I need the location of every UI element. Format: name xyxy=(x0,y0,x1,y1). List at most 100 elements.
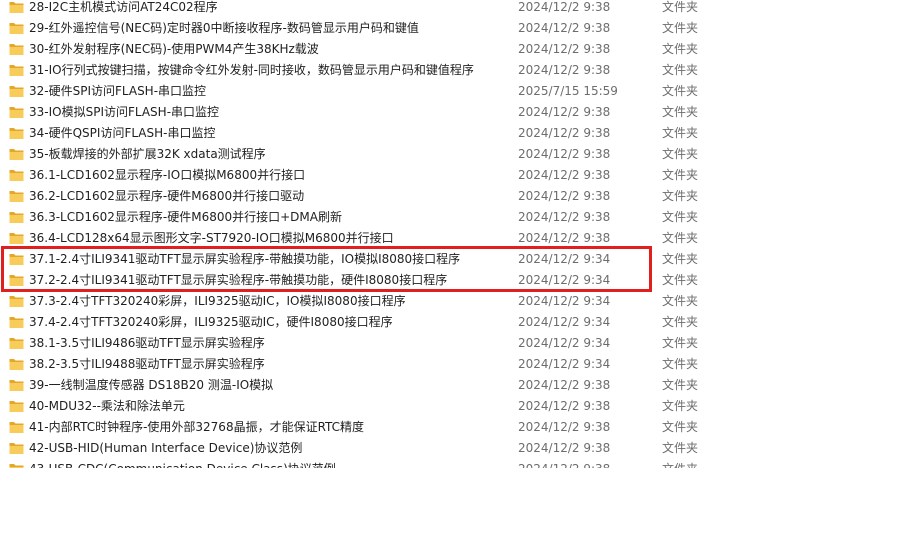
file-row[interactable]: 39-一线制温度传感器 DS18B20 测温-IO模拟 2024/12/2 9:3… xyxy=(0,375,901,396)
file-name: 36.2-LCD1602显示程序-硬件M6800并行接口驱动 xyxy=(29,189,305,203)
modified-date: 2024/12/2 9:38 xyxy=(518,105,611,119)
file-type: 文件夹 xyxy=(662,462,698,468)
file-type: 文件夹 xyxy=(662,168,699,182)
file-row[interactable]: 31-IO行列式按键扫描，按键命令红外发射-同时接收，数码管显示用户码和键值程序… xyxy=(0,60,901,81)
file-row[interactable]: 29-红外遥控信号(NEC码)定时器0中断接收程序-数码管显示用户码和键值 202… xyxy=(0,18,901,39)
folder-icon xyxy=(9,42,24,56)
file-row[interactable]: 37.2-2.4寸ILI9341驱动TFT显示屏实验程序-带触摸功能，硬件I80… xyxy=(0,270,901,291)
file-row[interactable]: 36.3-LCD1602显示程序-硬件M6800并行接口+DMA刷新 2024/1… xyxy=(0,207,901,228)
file-row[interactable]: 42-USB-HID(Human Interface Device)协议范例 20… xyxy=(0,438,901,459)
file-row[interactable]: 32-硬件SPI访问FLASH-串口监控 2025/7/15 15:59 文件夹 xyxy=(0,81,901,102)
file-row[interactable]: 36.4-LCD128x64显示图形文字-ST7920-IO口模拟M6800并行… xyxy=(0,228,901,249)
file-type: 文件夹 xyxy=(662,84,699,98)
folder-icon xyxy=(9,420,24,434)
file-row[interactable]: 36.1-LCD1602显示程序-IO口模拟M6800并行接口 2024/12/2… xyxy=(0,165,901,186)
file-row[interactable]: 34-硬件QSPI访问FLASH-串口监控 2024/12/2 9:38 文件夹 xyxy=(0,123,901,144)
file-row[interactable]: 37.1-2.4寸ILI9341驱动TFT显示屏实验程序-带触摸功能，IO模拟I… xyxy=(0,249,901,270)
folder-icon xyxy=(9,294,24,308)
folder-icon xyxy=(9,315,24,329)
file-name: 31-IO行列式按键扫描，按键命令红外发射-同时接收，数码管显示用户码和键值程序 xyxy=(29,63,474,77)
modified-date: 2024/12/2 9:38 xyxy=(518,21,611,35)
modified-date: 2024/12/2 9:38 xyxy=(518,399,611,413)
file-type: 文件夹 xyxy=(662,231,699,245)
folder-icon xyxy=(9,441,24,455)
file-type: 文件夹 xyxy=(662,105,699,119)
file-type: 文件夹 xyxy=(662,420,699,434)
file-type: 文件夹 xyxy=(662,42,699,56)
file-name: 32-硬件SPI访问FLASH-串口监控 xyxy=(29,84,207,98)
modified-date: 2024/12/2 9:38 xyxy=(518,378,611,392)
modified-date: 2025/7/15 15:59 xyxy=(518,84,618,98)
modified-date: 2024/12/2 9:34 xyxy=(518,273,611,287)
file-name: 37.3-2.4寸TFT320240彩屏，ILI9325驱动IC，IO模拟I80… xyxy=(29,294,406,308)
file-type: 文件夹 xyxy=(662,63,699,77)
modified-date: 2024/12/2 9:38 xyxy=(518,189,611,203)
file-row[interactable]: 38.2-3.5寸ILI9488驱动TFT显示屏实验程序 2024/12/2 9:… xyxy=(0,354,901,375)
folder-icon xyxy=(9,147,24,161)
folder-icon xyxy=(9,378,24,392)
file-type: 文件夹 xyxy=(662,399,699,413)
file-type: 文件夹 xyxy=(662,357,699,371)
folder-icon xyxy=(9,399,24,413)
file-row[interactable]: 37.3-2.4寸TFT320240彩屏，ILI9325驱动IC，IO模拟I80… xyxy=(0,291,901,312)
folder-icon xyxy=(9,231,24,245)
file-list: 28-I2C主机模式访问AT24C02程序 2024/12/2 9:38 文件夹 29… xyxy=(0,0,901,468)
file-type: 文件夹 xyxy=(662,147,699,161)
file-row[interactable]: 35-板载焊接的外部扩展32K xdata测试程序 2024/12/2 9:38 文… xyxy=(0,144,901,165)
folder-icon xyxy=(9,126,24,140)
folder-icon xyxy=(9,273,24,287)
file-name: 36.3-LCD1602显示程序-硬件M6800并行接口+DMA刷新 xyxy=(29,210,342,224)
folder-icon xyxy=(9,0,24,14)
file-type: 文件夹 xyxy=(662,126,699,140)
folder-icon xyxy=(9,252,24,266)
modified-date: 2024/12/2 9:38 xyxy=(518,63,611,77)
file-type: 文件夹 xyxy=(662,273,699,287)
file-type: 文件夹 xyxy=(662,315,699,329)
modified-date: 2024/12/2 9:38 xyxy=(518,210,611,224)
file-row[interactable]: 33-IO模拟SPI访问FLASH-串口监控 2024/12/2 9:38 文件夹 xyxy=(0,102,901,123)
file-row[interactable]: 40-MDU32--乘法和除法单元 2024/12/2 9:38 文件夹 xyxy=(0,396,901,417)
file-row[interactable]: 28-I2C主机模式访问AT24C02程序 2024/12/2 9:38 文件夹 xyxy=(0,0,901,18)
modified-date: 2024/12/2 9:34 xyxy=(518,252,611,266)
folder-icon xyxy=(9,357,24,371)
file-row[interactable]: 30-红外发射程序(NEC码)-使用PWM4产生38KHz载波 2024/12/2… xyxy=(0,39,901,60)
modified-date: 2024/12/2 9:38 xyxy=(518,441,611,455)
file-name: 39-一线制温度传感器 DS18B20 测温-IO模拟 xyxy=(29,378,274,392)
file-name: 40-MDU32--乘法和除法单元 xyxy=(29,399,185,413)
modified-date: 2024/12/2 9:38 xyxy=(518,168,611,182)
file-row[interactable]: 36.2-LCD1602显示程序-硬件M6800并行接口驱动 2024/12/2 … xyxy=(0,186,901,207)
folder-icon xyxy=(9,21,24,35)
file-row[interactable]: 37.4-2.4寸TFT320240彩屏，ILI9325驱动IC，硬件I8080… xyxy=(0,312,901,333)
modified-date: 2024/12/2 9:38 xyxy=(518,462,610,468)
modified-date: 2024/12/2 9:34 xyxy=(518,336,611,350)
file-name: 29-红外遥控信号(NEC码)定时器0中断接收程序-数码管显示用户码和键值 xyxy=(29,21,419,35)
file-type: 文件夹 xyxy=(662,21,699,35)
file-name: 30-红外发射程序(NEC码)-使用PWM4产生38KHz载波 xyxy=(29,42,319,56)
folder-icon xyxy=(9,210,24,224)
file-row[interactable]: 38.1-3.5寸ILI9486驱动TFT显示屏实验程序 2024/12/2 9:… xyxy=(0,333,901,354)
file-type: 文件夹 xyxy=(662,252,699,266)
file-row[interactable]: 41-内部RTC时钟程序-使用外部32768晶振，才能保证RTC精度 2024/1… xyxy=(0,417,901,438)
folder-icon xyxy=(9,105,24,119)
file-name: 43-USB-CDC(Communication Device Class)协议… xyxy=(29,462,336,468)
file-name: 34-硬件QSPI访问FLASH-串口监控 xyxy=(29,126,216,140)
folder-icon xyxy=(9,189,24,203)
folder-icon xyxy=(9,168,24,182)
folder-icon xyxy=(9,462,24,468)
modified-date: 2024/12/2 9:38 xyxy=(518,231,611,245)
folder-icon xyxy=(9,336,24,350)
file-type: 文件夹 xyxy=(662,210,699,224)
file-name: 42-USB-HID(Human Interface Device)协议范例 xyxy=(29,441,303,455)
folder-icon xyxy=(9,63,24,77)
file-name: 35-板载焊接的外部扩展32K xdata测试程序 xyxy=(29,147,266,161)
modified-date: 2024/12/2 9:38 xyxy=(518,420,611,434)
file-type: 文件夹 xyxy=(662,441,699,455)
file-type: 文件夹 xyxy=(662,336,699,350)
modified-date: 2024/12/2 9:38 xyxy=(518,42,611,56)
modified-date: 2024/12/2 9:38 xyxy=(518,126,611,140)
file-name: 37.4-2.4寸TFT320240彩屏，ILI9325驱动IC，硬件I8080… xyxy=(29,315,393,329)
file-name: 38.2-3.5寸ILI9488驱动TFT显示屏实验程序 xyxy=(29,357,265,371)
modified-date: 2024/12/2 9:34 xyxy=(518,315,611,329)
file-row[interactable]: 43-USB-CDC(Communication Device Class)协议… xyxy=(0,459,901,468)
file-name: 41-内部RTC时钟程序-使用外部32768晶振，才能保证RTC精度 xyxy=(29,420,365,434)
